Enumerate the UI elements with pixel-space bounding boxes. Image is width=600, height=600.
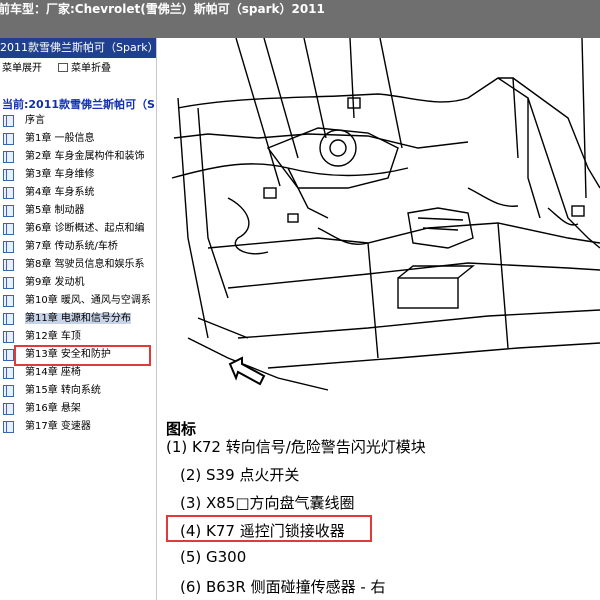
tree-item-label: 序言 [25, 115, 45, 126]
book-icon [3, 205, 14, 217]
book-icon [3, 331, 14, 343]
tree-item[interactable]: 第12章 车顶 [0, 328, 156, 346]
tree-item-label: 第12章 车顶 [25, 331, 81, 342]
chapter-tree: 序言 第1章 一般信息 第2章 车身金属构件和装饰 第3章 车身维修 第4章 车… [0, 112, 156, 436]
tree-item[interactable]: 第17章 变速器 [0, 418, 156, 436]
tree-item[interactable]: 第7章 传动系统/车桥 [0, 238, 156, 256]
menu-expand-button[interactable]: 菜单展开 [2, 62, 42, 76]
book-icon [3, 241, 14, 253]
book-icon [3, 403, 14, 415]
tree-item[interactable]: 第6章 诊断概述、起点和编 [0, 220, 156, 238]
book-icon [3, 223, 14, 235]
tree-item[interactable]: 第4章 车身系统 [0, 184, 156, 202]
book-icon [3, 313, 14, 325]
menu-collapse-label: 菜单折叠 [71, 63, 111, 74]
tree-item-label: 第11章 电源和信号分布 [25, 313, 131, 324]
book-icon [3, 367, 14, 379]
app-title-bar: 前车型：厂家:Chevrolet(雪佛兰）斯帕可（spark）2011 [0, 0, 600, 38]
orientation-arrow-icon [228, 356, 266, 386]
sidebar-toolbar: 菜单展开 菜单折叠 [0, 58, 156, 94]
tree-item[interactable]: 第10章 暖风、通风与空调系 [0, 292, 156, 310]
book-icon [3, 421, 14, 433]
menu-expand-label: 菜单展开 [2, 63, 42, 74]
tree-item-label: 第15章 转向系统 [25, 385, 101, 396]
content-pane: 图标 (1) K72 转向信号/危险警告闪光灯模块 (2) S39 点火开关 (… [158, 38, 600, 600]
tree-item-label: 第7章 传动系统/车桥 [25, 241, 118, 252]
tree-item[interactable]: 第2章 车身金属构件和装饰 [0, 148, 156, 166]
sidebar: 2011款雪佛兰斯帕可（Spark）维 菜单展开 菜单折叠 当前:2011款雪佛… [0, 38, 157, 600]
book-icon [3, 115, 14, 127]
tree-item[interactable]: 第1章 一般信息 [0, 130, 156, 148]
legend-item: (4) K77 遥控门锁接收器 [180, 522, 345, 540]
sidebar-header: 2011款雪佛兰斯帕可（Spark）维 [0, 38, 156, 58]
tree-item-label: 第4章 车身系统 [25, 187, 95, 198]
tree-item[interactable]: 第16章 悬架 [0, 400, 156, 418]
tree-item-label: 第8章 驾驶员信息和娱乐系 [25, 259, 145, 270]
app-title: 前车型：厂家:Chevrolet(雪佛兰）斯帕可（spark）2011 [0, 2, 325, 16]
book-icon [3, 151, 14, 163]
tree-item[interactable]: 第13章 安全和防护 [0, 346, 156, 364]
tree-item-label: 第2章 车身金属构件和装饰 [25, 151, 145, 162]
book-icon [3, 277, 14, 289]
tree-item-label: 第16章 悬架 [25, 403, 81, 414]
tree-item-label: 第10章 暖风、通风与空调系 [25, 295, 151, 306]
tree-item[interactable]: 第3章 车身维修 [0, 166, 156, 184]
tree-item-selected[interactable]: 第11章 电源和信号分布 [0, 310, 156, 328]
book-icon [3, 133, 14, 145]
legend-item: (2) S39 点火开关 [180, 466, 300, 484]
tree-item[interactable]: 第15章 转向系统 [0, 382, 156, 400]
tree-item[interactable]: 第14章 座椅 [0, 364, 156, 382]
tree-item-label: 第1章 一般信息 [25, 133, 95, 144]
collapse-icon [58, 63, 68, 72]
tree-item-label: 第6章 诊断概述、起点和编 [25, 223, 145, 234]
legend-item: (1) K72 转向信号/危险警告闪光灯模块 [166, 438, 426, 456]
tree-item-label: 第9章 发动机 [25, 277, 85, 288]
tree-item-label: 第13章 安全和防护 [25, 349, 111, 360]
tree-item[interactable]: 第9章 发动机 [0, 274, 156, 292]
tree-item-label: 第5章 制动器 [25, 205, 85, 216]
menu-collapse-button[interactable]: 菜单折叠 [58, 62, 111, 76]
tree-item[interactable]: 序言 [0, 112, 156, 130]
legend-item: (5) G300 [180, 548, 247, 566]
book-icon [3, 187, 14, 199]
tree-item-label: 第14章 座椅 [25, 367, 81, 378]
legend-item: (6) B63R 侧面碰撞传感器 - 右 [180, 578, 386, 596]
tree-item-label: 第17章 变速器 [25, 421, 91, 432]
vehicle-interior-diagram [171, 38, 600, 391]
current-location: 当前:2011款雪佛兰斯帕可（S [2, 98, 155, 111]
book-icon [3, 349, 14, 361]
book-icon [3, 169, 14, 181]
legend-item: (3) X85□方向盘气囊线圈 [180, 494, 355, 512]
tree-item-label: 第3章 车身维修 [25, 169, 95, 180]
book-icon [3, 259, 14, 271]
book-icon [3, 385, 14, 397]
book-icon [3, 295, 14, 307]
tree-item[interactable]: 第8章 驾驶员信息和娱乐系 [0, 256, 156, 274]
tree-item[interactable]: 第5章 制动器 [0, 202, 156, 220]
